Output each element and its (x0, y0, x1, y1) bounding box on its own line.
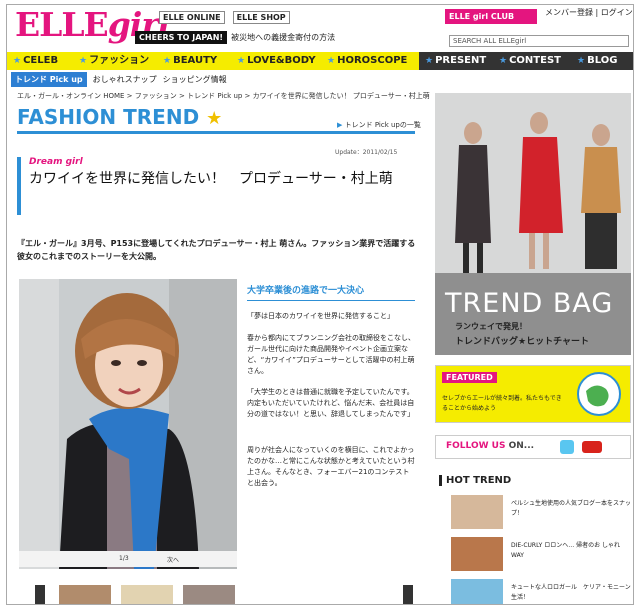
twitter-icon[interactable] (560, 440, 574, 454)
sub-nav: トレンド Pick up おしゃれスナップ ショッピング情報 (11, 72, 227, 87)
elle-shop-link[interactable]: ELLE SHOP (232, 11, 290, 24)
breadcrumb[interactable]: エル・ガール・オンライン HOME > ファッション > トレンド Pick u… (17, 91, 430, 101)
thumbnail[interactable] (59, 585, 111, 604)
article-paragraph: 「大学生のときは普通に就職を予定していたんです。内定もいただいていたけれど、悩ん… (247, 388, 415, 418)
featured-badge: FEATURED (442, 372, 497, 383)
snap-link[interactable]: おしゃれスナップ (93, 74, 157, 85)
photo-nav: 1/3 次へ (19, 551, 237, 567)
star-icon: ★ (206, 108, 223, 129)
nav-love-body[interactable]: ★ LOVE&BODY (231, 52, 321, 70)
star-icon: ★ (577, 56, 586, 66)
nav-blog[interactable]: ★ BLOG (571, 52, 633, 70)
star-icon: ★ (13, 56, 22, 66)
trend-bag-banner[interactable]: TREND BAG ランウェイで発見！ トレンドバッグ★ヒットチャート (435, 93, 631, 355)
section-title: FASHION TREND ★ (17, 105, 223, 129)
nav-celeb[interactable]: ★ CELEB (7, 52, 73, 70)
featured-banner[interactable]: FEATURED セレブからエールが続々到着。私たちもできることから始めよう (435, 365, 631, 423)
elle-online-link[interactable]: ELLE ONLINE (159, 11, 225, 24)
member-links[interactable]: メンバー登録 | ログイン (545, 7, 633, 18)
thumbnail[interactable] (183, 585, 235, 604)
photo-counter: 1/3 (119, 555, 129, 562)
back-to-list-link[interactable]: ▶ トレンド Pick upの一覧 (337, 120, 421, 130)
nav-present[interactable]: ★ PRESENT (419, 52, 493, 70)
thumb-prev-arrow[interactable] (35, 585, 45, 604)
arrow-right-icon: ▶ (337, 121, 343, 129)
article-paragraph: 「夢は日本のカワイイを世界に発信すること」 (247, 312, 394, 320)
lead-text: 『エル・ガール』3月号、P153に登場してくれたプロデューサー・村上 萌さん。フ… (17, 239, 416, 261)
page-frame: ELLEgirl ELLE ONLINE ELLE SHOP CHEERS TO… (6, 4, 634, 605)
hot-trend-text: ペルシュ生地使用の人気ブログー本をスナップ！ (511, 500, 632, 517)
hot-trend-heading: HOT TREND (439, 475, 511, 486)
article-paragraph: 春から都内にてブランニング会社の取締役をこなし、ガール世代に向けた商品開発やイベ… (247, 334, 415, 375)
cheers-badge[interactable]: CHEERS TO JAPAN! (135, 31, 228, 44)
hot-trend-item[interactable]: ペルシュ生地使用の人気ブログー本をスナップ！ (451, 495, 631, 529)
hot-trend-item[interactable]: キュートな人ロロガール ケリア・モニーン生活！ (451, 579, 631, 604)
article-paragraph: 周りが社会人になっていくのを横目に、これでよかったのかな…と常にこんな状態かと考… (247, 446, 415, 487)
hot-trend-thumbnail (451, 537, 503, 571)
article-subhead: 大学卒業後の進路で一大決心 (247, 283, 415, 301)
star-icon: ★ (327, 56, 336, 66)
photo-thumbnails (59, 585, 235, 604)
trend-bag-title: TREND BAG (445, 288, 614, 319)
top-links: ELLE ONLINE ELLE SHOP (159, 11, 290, 24)
trend-bag-subtitle: トレンドバッグ★ヒットチャート (455, 337, 589, 347)
nav-fashion[interactable]: ★ ファッション (73, 52, 157, 70)
headline-box: Dream girl カワイイを世界に発信したい！ プロデューサー・村上萌 (17, 157, 415, 215)
star-icon: ★ (425, 56, 434, 66)
photo-next-link[interactable]: 次へ (167, 555, 179, 564)
promo-row: CHEERS TO JAPAN! 被災地への義援金寄付の方法 (135, 31, 335, 44)
follow-us-label: FOLLOW US ON... (446, 441, 535, 451)
elle-club-button[interactable]: ELLE girl CLUB (445, 9, 537, 24)
search-input[interactable]: SEARCH ALL ELLEgirl (449, 35, 629, 47)
thumb-next-arrow[interactable] (403, 585, 413, 604)
hot-trend-thumbnail (451, 579, 503, 604)
main-nav: ★ CELEB ★ ファッション ★ BEAUTY ★ LOVE&BODY ★ HOROS… (7, 52, 633, 70)
trend-pickup-badge[interactable]: トレンド Pick up (11, 72, 87, 87)
nav-contest[interactable]: ★ CONTEST (493, 52, 571, 70)
shopping-link[interactable]: ショッピング情報 (163, 74, 227, 85)
donation-link[interactable]: 被災地への義援金寄付の方法 (231, 32, 335, 43)
nav-beauty[interactable]: ★ BEAUTY (157, 52, 231, 70)
follow-us-bar: FOLLOW US ON... (435, 435, 631, 459)
thumbnail[interactable] (121, 585, 173, 604)
title-divider (17, 131, 415, 134)
star-icon: ★ (163, 56, 172, 66)
update-date: Update：2011/02/15 (335, 149, 398, 156)
hot-trend-text: DIE-CURLY ロロンヘ… 帰者のお しゃれWAY (511, 542, 621, 559)
page-title: カワイイを世界に発信したい！ プロデューサー・村上萌 (29, 171, 393, 187)
trend-bag-subtitle: ランウェイで発見！ (455, 322, 527, 331)
nav-horoscope[interactable]: ★ HOROSCOPE (321, 52, 419, 70)
portrait-image (19, 279, 237, 569)
hot-trend-text: キュートな人ロロガール ケリア・モニーン生活！ (511, 584, 631, 601)
youtube-icon[interactable] (582, 441, 602, 453)
star-icon: ★ (499, 56, 508, 66)
globe-logo-icon (577, 372, 621, 416)
star-icon: ★ (237, 56, 246, 66)
hot-trend-thumbnail (451, 495, 503, 529)
headline-tag: Dream girl (29, 157, 83, 167)
hot-trend-item[interactable]: DIE-CURLY ロロンヘ… 帰者のお しゃれWAY (451, 537, 631, 571)
main-photo[interactable] (19, 279, 237, 569)
star-icon: ★ (79, 56, 88, 66)
featured-text: セレブからエールが続々到着。私たちもできることから始めよう (442, 395, 562, 412)
